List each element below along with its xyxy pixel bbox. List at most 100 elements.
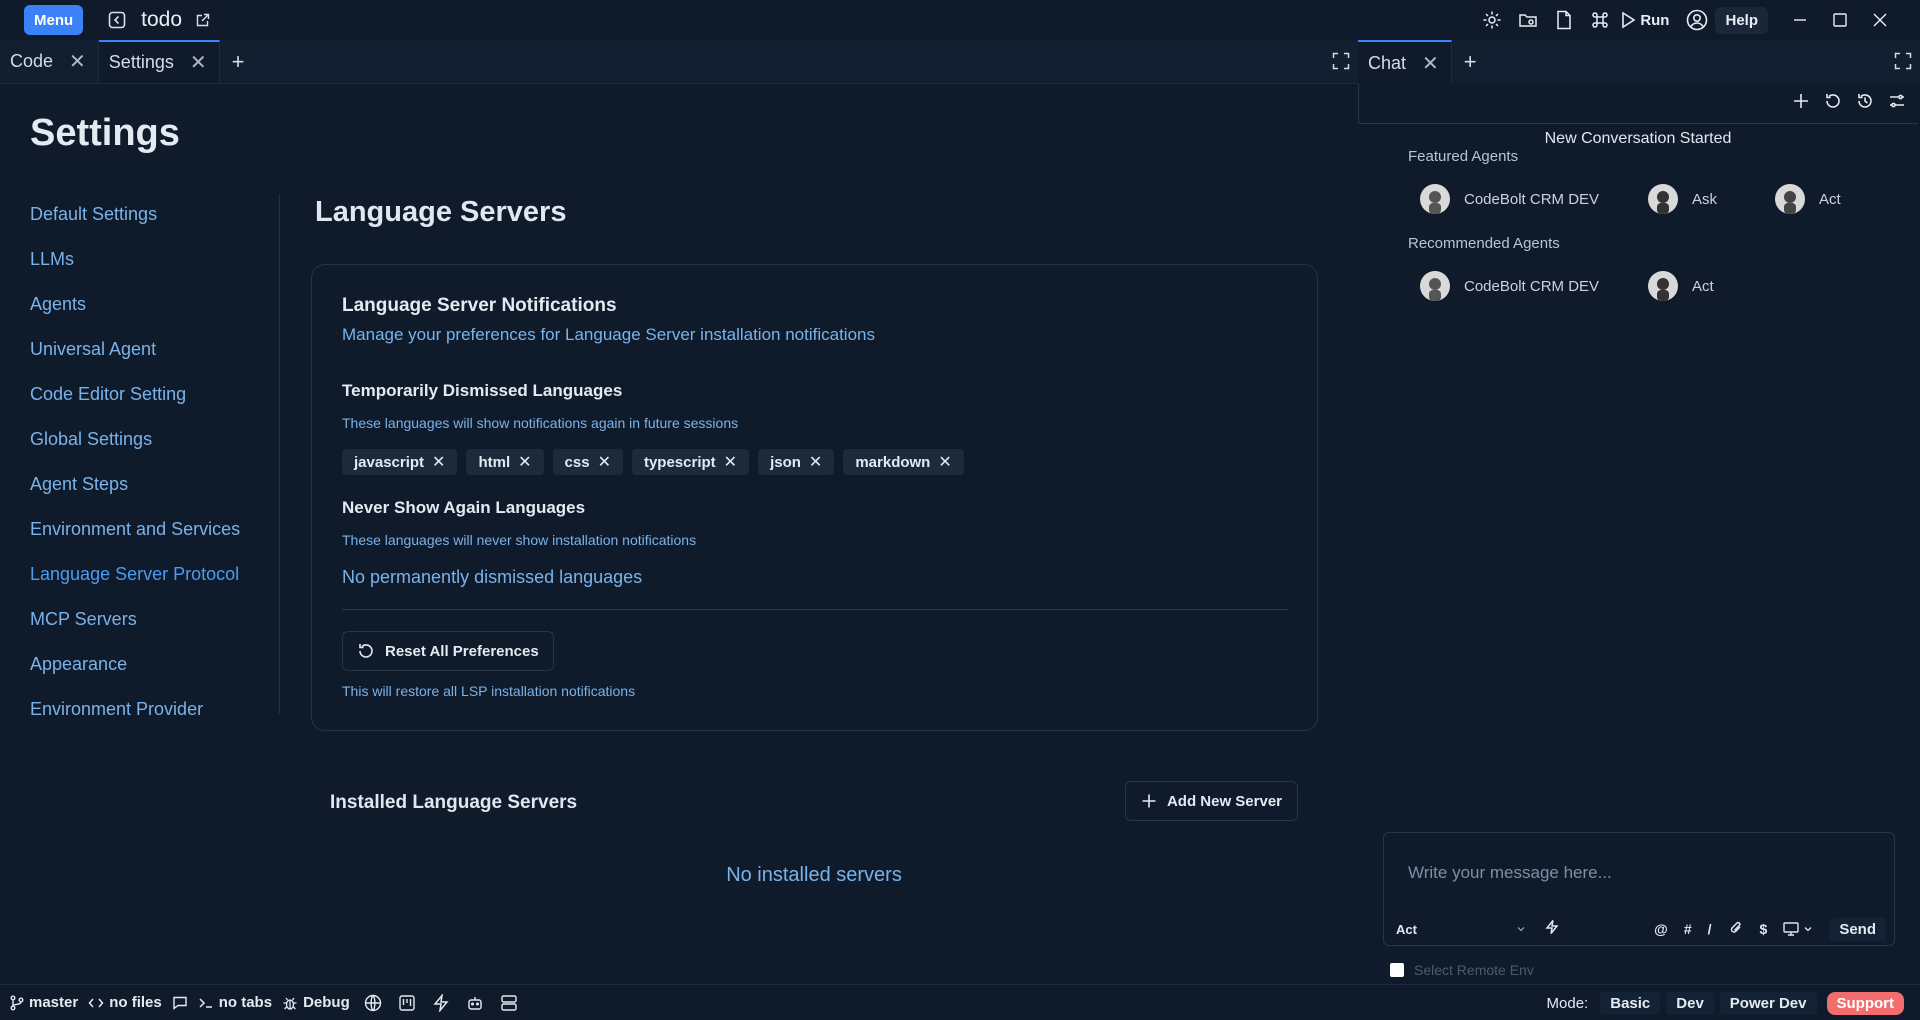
remote-env-label: Select Remote Env — [1414, 962, 1534, 978]
sidebar-item-global-settings[interactable]: Global Settings — [30, 417, 280, 462]
maximize-icon[interactable] — [1820, 0, 1860, 40]
sidebar-item-appearance[interactable]: Appearance — [30, 642, 280, 687]
terminal-icon — [199, 997, 212, 1008]
tab-chat[interactable]: Chat ✕ — [1358, 40, 1452, 84]
sidebar-item-environment-provider[interactable]: Environment Provider — [30, 687, 280, 732]
conversation-status: New Conversation Started — [1544, 130, 1732, 147]
sidebar-item-default-settings[interactable]: Default Settings — [30, 192, 280, 237]
files-status[interactable]: no files — [88, 994, 162, 1011]
dollar-button[interactable]: $ — [1760, 921, 1768, 937]
comment-status[interactable] — [172, 995, 188, 1011]
attach-icon[interactable] — [1728, 920, 1744, 939]
remove-icon[interactable]: ✕ — [809, 452, 822, 472]
agent-name: Ask — [1692, 190, 1718, 208]
sidebar-item-universal-agent[interactable]: Universal Agent — [30, 327, 280, 372]
gear-icon[interactable] — [1478, 6, 1506, 34]
remove-icon[interactable]: ✕ — [938, 452, 951, 472]
remote-env-checkbox[interactable] — [1390, 963, 1404, 977]
featured-agent[interactable]: Ask — [1648, 184, 1717, 214]
menu-button[interactable]: Menu — [24, 5, 84, 35]
never-show-heading: Never Show Again Languages — [342, 498, 586, 517]
composer-tools: @ # / $ Send — [1654, 917, 1886, 941]
remove-icon[interactable]: ✕ — [432, 452, 445, 472]
add-server-label: Add New Server — [1166, 792, 1283, 810]
slash-button[interactable]: / — [1708, 921, 1712, 937]
language-chip: typescript ✕ — [631, 449, 750, 475]
tab-code[interactable]: Code ✕ — [0, 40, 99, 83]
history-icon[interactable] — [1856, 92, 1874, 115]
temp-dismissed-hint: These languages will show notifications … — [342, 415, 739, 431]
title-bar: Menu todo Run Help — [0, 0, 1920, 40]
back-icon[interactable] — [103, 6, 131, 34]
page-title: Settings — [30, 112, 180, 154]
lightning-icon[interactable] — [430, 992, 452, 1014]
sidebar-item-environment-and-services[interactable]: Environment and Services — [30, 507, 280, 552]
fullscreen-icon[interactable] — [1894, 52, 1912, 75]
mode-power-dev[interactable]: Power Dev — [1719, 991, 1817, 1015]
remove-icon[interactable]: ✕ — [518, 452, 531, 472]
sidebar-item-llms[interactable]: LLMs — [30, 237, 280, 282]
file-icon[interactable] — [1550, 6, 1578, 34]
chevron-down-icon — [1517, 927, 1525, 932]
sidebar-item-mcp-servers[interactable]: MCP Servers — [30, 597, 280, 642]
project-title: todo — [141, 8, 183, 31]
close-icon[interactable]: ✕ — [1422, 51, 1439, 76]
folder-settings-icon[interactable] — [1514, 6, 1542, 34]
agent-avatar-icon — [1648, 271, 1678, 301]
sidebar-item-code-editor-setting[interactable]: Code Editor Setting — [30, 372, 280, 417]
add-tab-icon[interactable]: + — [220, 40, 257, 83]
run-button[interactable]: Run — [1620, 11, 1669, 29]
server-icon[interactable] — [498, 992, 520, 1014]
close-icon[interactable]: ✕ — [190, 50, 207, 75]
sidebar-item-agent-steps[interactable]: Agent Steps — [30, 462, 280, 507]
sidebar-item-agents[interactable]: Agents — [30, 282, 280, 327]
send-button[interactable]: Send — [1829, 917, 1886, 941]
featured-agent[interactable]: CodeBolt CRM DEV — [1420, 184, 1599, 214]
robot-icon[interactable] — [464, 992, 486, 1014]
tab-label: Code — [10, 51, 54, 71]
language-chip: json ✕ — [758, 449, 835, 475]
tab-settings[interactable]: Settings ✕ — [98, 40, 220, 83]
minimize-icon[interactable] — [1780, 0, 1820, 40]
window-close-icon[interactable] — [1860, 0, 1900, 40]
chip-label: markdown — [855, 453, 931, 471]
hash-button[interactable]: # — [1684, 921, 1692, 937]
featured-agent[interactable]: Act — [1775, 184, 1841, 214]
add-new-server-button[interactable]: Add New Server — [1125, 781, 1298, 821]
display-select[interactable] — [1783, 922, 1813, 936]
globe-icon[interactable] — [362, 992, 384, 1014]
mode-basic[interactable]: Basic — [1600, 991, 1661, 1015]
command-icon[interactable] — [1586, 6, 1614, 34]
help-button[interactable]: Help — [1715, 6, 1768, 34]
add-tab-icon[interactable]: + — [1452, 40, 1489, 84]
refresh-icon[interactable] — [1824, 92, 1842, 115]
remove-icon[interactable]: ✕ — [598, 452, 611, 472]
close-icon[interactable]: ✕ — [69, 49, 86, 74]
board-icon[interactable] — [396, 992, 418, 1014]
external-link-icon[interactable] — [188, 6, 216, 34]
mode-select[interactable]: Act — [1392, 918, 1530, 940]
recommended-agent[interactable]: CodeBolt CRM DEV — [1420, 271, 1599, 301]
composer-toolbar: Act @ # / $ Send — [1392, 917, 1886, 941]
recommended-agent[interactable]: Act — [1648, 271, 1714, 301]
message-input[interactable]: Write your message here... — [1408, 863, 1612, 883]
remove-icon[interactable]: ✕ — [724, 452, 737, 472]
mode-label: Mode: — [1546, 994, 1589, 1012]
remote-env-option[interactable]: Select Remote Env — [1390, 962, 1534, 978]
new-chat-icon[interactable] — [1792, 92, 1810, 115]
mode-dev[interactable]: Dev — [1666, 991, 1714, 1015]
user-avatar-icon[interactable] — [1683, 6, 1711, 34]
terminal-status[interactable]: no tabs — [198, 994, 272, 1011]
never-show-empty: No permanently dismissed languages — [342, 567, 643, 587]
chevron-down-icon — [1804, 927, 1812, 932]
support-button[interactable]: Support — [1826, 991, 1904, 1015]
mention-button[interactable]: @ — [1654, 921, 1668, 937]
lightning-icon[interactable] — [1544, 919, 1560, 940]
reset-preferences-button[interactable]: Reset All Preferences — [342, 631, 554, 671]
sidebar-item-language-server-protocol[interactable]: Language Server Protocol — [30, 552, 280, 597]
filter-settings-icon[interactable] — [1888, 92, 1906, 115]
git-branch[interactable]: master — [10, 994, 78, 1011]
plus-icon — [1142, 794, 1156, 808]
debug-button[interactable]: Debug — [282, 994, 350, 1011]
fullscreen-icon[interactable] — [1332, 52, 1350, 75]
